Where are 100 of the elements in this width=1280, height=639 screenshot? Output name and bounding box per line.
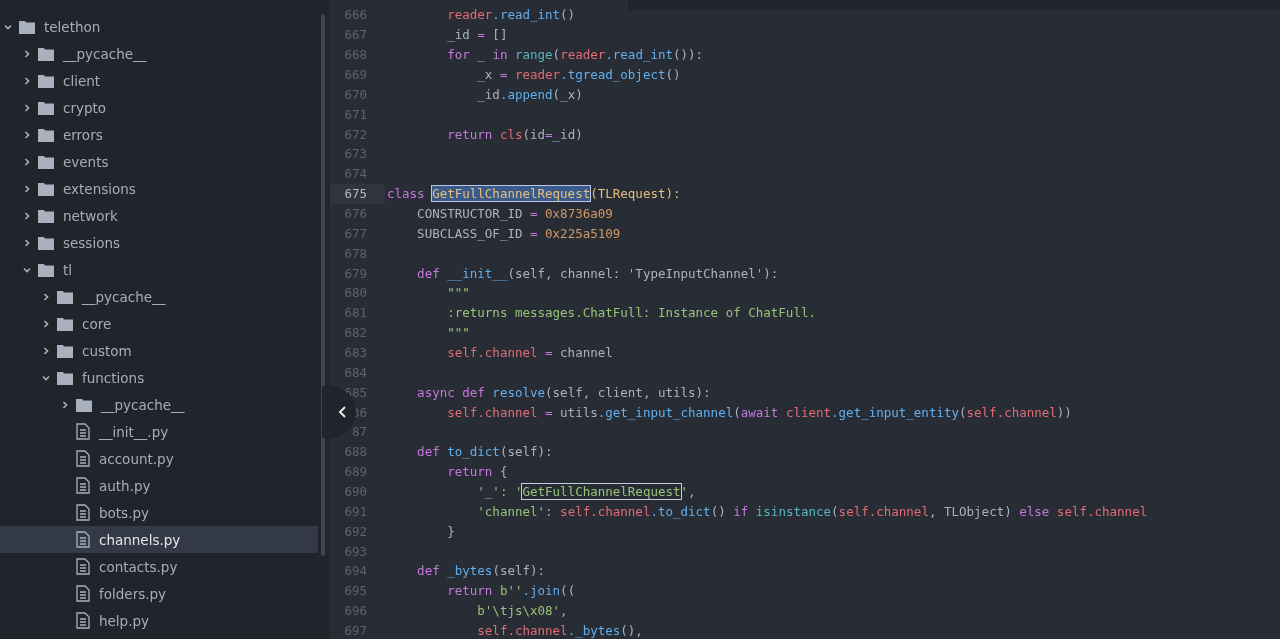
code-line: 'channel': self.channel.to_dict() if isinstance(self.channel, TLObject) else self.channel [476, 503, 1148, 519]
tree-item[interactable]: crypto [0, 94, 318, 121]
line-number: 679 [344, 265, 367, 281]
folder-icon [19, 19, 35, 34]
tree-item[interactable]: folders.py [0, 580, 318, 607]
line-number: 691 [344, 503, 367, 519]
folder-icon [38, 235, 54, 250]
folder-icon [38, 73, 54, 88]
line-number: 682 [344, 325, 367, 341]
line-number: 87 [351, 424, 367, 440]
line-number: 690 [344, 484, 367, 500]
chevron-right-icon[interactable] [23, 49, 31, 58]
tree-item[interactable]: __pycache__ [0, 391, 318, 418]
chevron-right-icon[interactable] [42, 346, 50, 355]
line-number: 666 [344, 7, 367, 23]
tree-item[interactable]: tl [0, 256, 318, 283]
code-line: return cls(id=_id) [446, 126, 583, 142]
line-number: 676 [344, 206, 367, 221]
code-line: SUBCLASS_OF_ID = 0x225a5109 [416, 225, 621, 241]
line-number: 669 [344, 67, 367, 82]
file-icon [76, 585, 90, 602]
line-number: 689 [344, 464, 367, 480]
chevron-right-icon[interactable] [42, 319, 50, 328]
line-number: 684 [344, 364, 367, 380]
file-icon [76, 504, 90, 521]
line-number: 677 [344, 225, 367, 241]
tree-item[interactable]: events [0, 148, 318, 175]
tree-item[interactable]: core [0, 310, 318, 337]
file-icon [76, 558, 90, 575]
line-number: 671 [344, 106, 367, 122]
line-number: 670 [344, 86, 367, 102]
tree-item[interactable]: __pycache__ [0, 283, 318, 310]
tree-item[interactable]: account.py [0, 445, 318, 472]
tree-item[interactable]: contacts.py [0, 553, 318, 580]
code-line: """ [446, 325, 470, 341]
tree-item[interactable]: sessions [0, 229, 318, 256]
line-number: 678 [344, 245, 367, 261]
code-line: CONSTRUCTOR_ID = 0x8736a09 [416, 206, 613, 221]
tree-item[interactable]: auth.py [0, 472, 318, 499]
tree-item[interactable]: errors [0, 121, 318, 148]
line-number: 672 [344, 126, 367, 142]
line-number: 673 [344, 146, 367, 162]
code-line: reader.read_int() [446, 7, 576, 23]
chevron-down-icon[interactable] [4, 22, 12, 31]
file-icon [76, 612, 90, 629]
code-line: '_': 'GetFullChannelRequest', [476, 484, 696, 500]
line-number: 668 [344, 47, 367, 63]
code-line: self.channel._bytes(), [476, 623, 643, 639]
chevron-right-icon[interactable] [23, 103, 31, 112]
chevron-right-icon[interactable] [23, 211, 31, 220]
folder-icon [38, 181, 54, 196]
tree-item[interactable]: channels.py [0, 526, 318, 553]
line-number: 667 [344, 27, 367, 43]
chevron-right-icon[interactable] [23, 184, 31, 193]
folder-icon [57, 316, 73, 331]
line-number: 681 [344, 305, 367, 321]
line-number: 675 [344, 186, 367, 202]
folder-icon [38, 100, 54, 115]
tree-item[interactable]: telethon [0, 13, 318, 40]
code-line: :returns messages.ChatFull: Instance of ChatFull. [446, 305, 816, 321]
tree-item[interactable]: custom [0, 337, 318, 364]
folder-icon [38, 208, 54, 223]
code-line: return b''.join(( [446, 583, 576, 599]
tree-item[interactable]: extensions [0, 175, 318, 202]
code-line: self.channel = utils.get_input_channel(await client.get_input_entity(self.channel)) [446, 404, 1072, 420]
folder-icon [38, 46, 54, 61]
tree-item[interactable]: __pycache__ [0, 40, 318, 67]
code-line: b'\tjs\x08', [476, 603, 568, 619]
chevron-left-icon [337, 406, 347, 418]
chevron-right-icon[interactable] [23, 130, 31, 139]
folder-icon [38, 127, 54, 142]
code-line: class GetFullChannelRequest(TLRequest): [387, 186, 681, 202]
chevron-right-icon[interactable] [23, 157, 31, 166]
line-number: 693 [344, 543, 367, 559]
scrollbar[interactable] [321, 14, 325, 556]
tree-item[interactable]: help.py [0, 607, 318, 634]
code-line: return { [446, 464, 508, 480]
chevron-down-icon[interactable] [42, 373, 50, 382]
code-line: self.channel = channel [446, 345, 613, 361]
chevron-right-icon[interactable] [61, 400, 69, 409]
tree-item[interactable]: network [0, 202, 318, 229]
code-line: def _bytes(self): [416, 563, 546, 579]
chevron-down-icon[interactable] [23, 265, 31, 274]
code-line: """ [446, 285, 470, 301]
chevron-right-icon[interactable] [23, 238, 31, 247]
tree-item[interactable]: __init__.py [0, 418, 318, 445]
tree-item[interactable]: functions [0, 364, 318, 391]
file-icon [76, 477, 90, 494]
line-number: 692 [344, 523, 367, 539]
folder-icon [57, 343, 73, 358]
code-line: _id = [] [446, 27, 508, 43]
folder-icon [57, 370, 73, 385]
chevron-right-icon[interactable] [23, 76, 31, 85]
code-line: def to_dict(self): [416, 444, 553, 460]
tree-item[interactable]: client [0, 67, 318, 94]
tree-item[interactable]: bots.py [0, 499, 318, 526]
line-number: 680 [344, 285, 367, 301]
code-line: async def resolve(self, client, utils): [416, 384, 711, 400]
chevron-right-icon[interactable] [42, 292, 50, 301]
line-number: 688 [344, 444, 367, 460]
